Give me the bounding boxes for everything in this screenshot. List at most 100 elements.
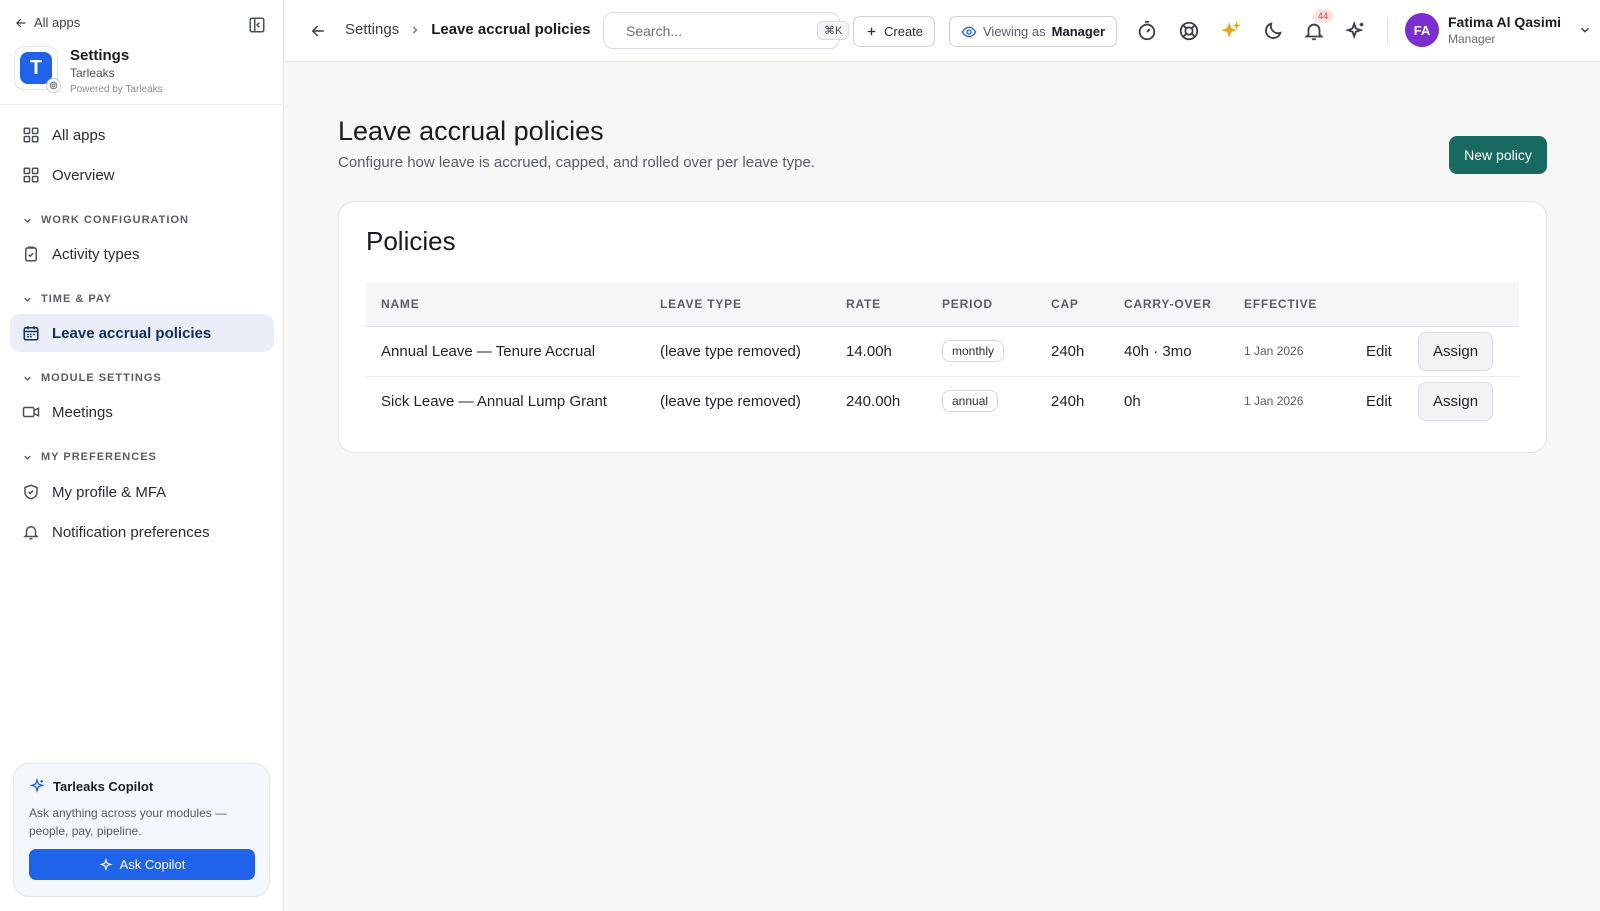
policy-name: Annual Leave — Tenure Accrual [381,342,596,360]
column-header-period: PERIOD [942,296,993,311]
chevron-down-icon [24,218,31,223]
column-header-cap: CAP [1051,296,1079,311]
bell-icon [23,526,39,540]
plus-icon [867,27,876,36]
policy-leave-type: (leave type removed) [660,342,801,360]
app-title: Settings [70,47,130,64]
column-header-actions [1339,282,1519,326]
sidebar-item-label: Activity types [52,245,140,263]
avatar: FA [1405,13,1439,47]
sidebar-item-meetings[interactable]: Meetings [10,393,274,431]
column-header-name: NAME [381,296,420,311]
eye-icon [961,26,977,37]
sidebar-item-leave-accrual-policies[interactable]: Leave accrual policies [10,314,274,352]
chevron-down-icon [24,455,31,460]
search-shortcut: ⌘K [817,21,850,40]
sidebar-item-label: All apps [52,126,106,144]
app-header: T Settings Tarleaks Powered by Tarleaks [14,46,163,95]
policy-period-cell: monthly [927,326,1036,376]
ask-copilot-label: Ask Copilot [119,857,186,872]
timer-icon[interactable] [1136,20,1158,42]
policy-rate: 14.00h [846,342,892,360]
viewing-as-button[interactable]: Viewing as Manager [949,16,1118,47]
card-title: Policies [366,226,456,256]
breadcrumb-current: Leave accrual policies [431,21,591,38]
section-label: MY PREFERENCES [41,451,157,463]
period-pill: monthly [942,340,1005,362]
table-header-row: NAME LEAVE TYPE RATE PERIOD CAP CARRY-OV… [366,282,1519,326]
copilot-title-text: Tarleaks Copilot [53,778,154,794]
viewing-as-prefix: Viewing as [983,24,1046,39]
chevron-down-icon [24,376,31,381]
app-logo: T [14,46,61,93]
policy-carry-over: 40h · 3mo [1124,342,1192,360]
help-lifebuoy-icon[interactable] [1178,20,1200,42]
column-header-leave-type: LEAVE TYPE [660,296,742,311]
edit-button[interactable]: Edit [1354,335,1404,368]
section-time-pay[interactable]: TIME & PAY [22,293,112,305]
user-name: Fatima Al Qasimi [1448,14,1562,30]
page-description: Configure how leave is accrued, capped, … [338,154,815,171]
bell-icon[interactable] [1303,20,1325,42]
arrow-left-icon[interactable] [309,22,327,40]
chevron-down-icon [24,297,31,302]
policy-name: Sick Leave — Annual Lump Grant [381,392,607,410]
app-org: Tarleaks [70,66,115,80]
sidebar-item-notification-preferences[interactable]: Notification preferences [10,513,274,551]
create-button[interactable]: Create [853,16,936,47]
sparkles-icon[interactable] [1220,20,1242,42]
shield-icon [24,484,38,500]
search-input[interactable] [626,22,807,39]
sidebar-item-overview[interactable]: Overview [10,156,274,194]
ai-sparkle-icon[interactable] [1345,20,1367,42]
copilot-description: Ask anything across your modules — peopl… [29,806,228,838]
search-box: ⌘K [603,12,850,49]
ask-copilot-button[interactable]: Ask Copilot [29,849,255,880]
breadcrumb: Settings Leave accrual policies [345,21,590,38]
all-apps-back-link[interactable]: All apps [14,15,80,30]
column-header-carry-over: CARRY-OVER [1124,296,1212,311]
viewing-as-role: Manager [1051,24,1106,39]
sidebar-item-label: Leave accrual policies [52,324,212,342]
sidebar-item-all-apps[interactable]: All apps [10,116,274,154]
policy-actions: Edit Assign [1339,326,1519,376]
moon-icon[interactable] [1262,20,1284,42]
section-label: TIME & PAY [41,293,113,305]
sidebar-item-label: Overview [52,166,115,184]
section-work-configuration[interactable]: WORK CONFIGURATION [22,214,189,226]
copilot-card: Tarleaks Copilot Ask anything across you… [13,763,270,897]
policy-cap: 240h [1051,392,1085,410]
policies-card: Policies NAME LEAVE TYPE RATE PERIOD CAP… [338,201,1547,453]
chevron-right-icon [413,26,418,33]
policy-leave-type: (leave type removed) [660,392,801,410]
column-header-effective: EFFECTIVE [1244,296,1318,311]
app-powered-by: Powered by Tarleaks [70,84,163,95]
grid-icon [23,167,39,183]
sidebar-item-my-profile-mfa[interactable]: My profile & MFA [10,473,274,511]
policy-effective: 1 Jan 2026 [1244,394,1304,409]
sidebar-item-activity-types[interactable]: Activity types [10,235,274,273]
period-pill: annual [942,390,999,413]
table-row: Annual Leave — Tenure Accrual (leave typ… [366,326,1519,376]
policy-cap: 240h [1051,342,1085,360]
policy-carry-over: 0h [1124,392,1141,410]
all-apps-back-label: All apps [34,15,81,30]
video-icon [22,406,40,418]
breadcrumb-settings[interactable]: Settings [345,21,399,38]
new-policy-button[interactable]: New policy [1449,136,1547,174]
sidebar-collapse-icon[interactable] [248,16,266,34]
policy-rate: 240.00h [846,392,901,410]
policies-table: NAME LEAVE TYPE RATE PERIOD CAP CARRY-OV… [366,282,1519,426]
assign-button[interactable]: Assign [1418,381,1494,421]
page-title: Leave accrual policies [338,116,604,146]
sidebar: All apps T Settings Tarleaks Powered by … [0,0,284,911]
section-module-settings[interactable]: MODULE SETTINGS [22,372,162,384]
section-my-preferences[interactable]: MY PREFERENCES [22,451,157,463]
assign-button[interactable]: Assign [1418,331,1494,371]
section-label: WORK CONFIGURATION [41,214,189,226]
user-menu[interactable]: FA Fatima Al Qasimi Manager [1405,13,1592,47]
edit-button[interactable]: Edit [1354,385,1404,418]
table-row: Sick Leave — Annual Lump Grant (leave ty… [366,376,1519,426]
section-label: MODULE SETTINGS [41,372,162,384]
app-logo-letter: T [20,52,52,84]
